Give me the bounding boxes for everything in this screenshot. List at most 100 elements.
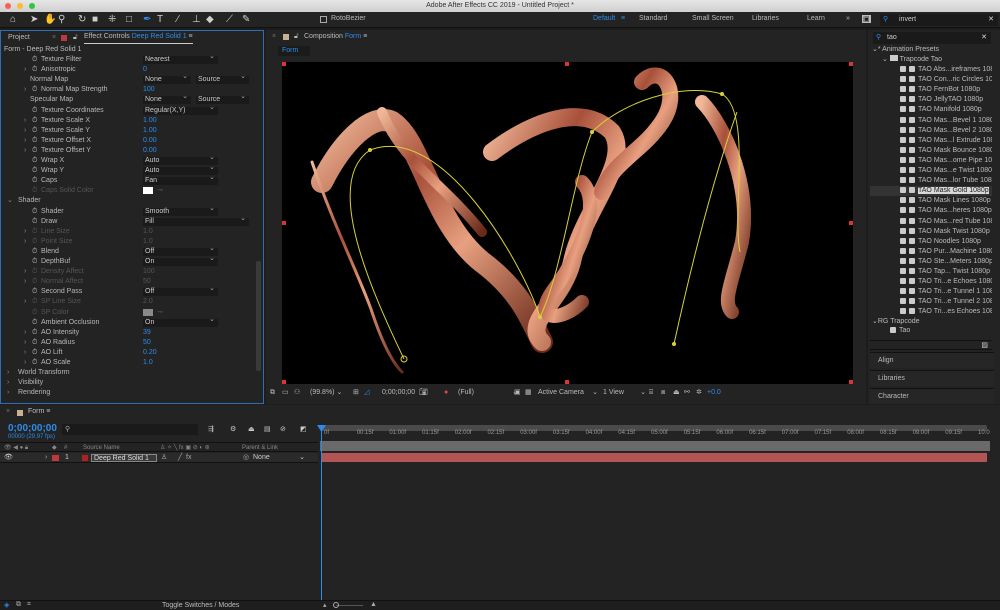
chevron-right-icon[interactable]: › [24, 146, 26, 156]
workspace-default[interactable]: Default [593, 15, 615, 22]
preset-item[interactable]: TAO Mas...Bevel 1 1080p [870, 116, 992, 126]
views-dropdown[interactable]: 1 View ⌄ [603, 386, 646, 400]
effect-property-row[interactable]: ⏱︎ Shader Smooth [0, 205, 262, 217]
property-dropdown[interactable]: Off [143, 285, 218, 297]
stopwatch-icon[interactable]: ⏱︎ [32, 176, 37, 186]
chevron-right-icon[interactable]: › [24, 338, 26, 348]
eyedropper-icon[interactable]: ⊸ [157, 308, 163, 318]
effect-property-row[interactable]: ⏱︎ Draw Fill [0, 215, 262, 227]
chevron-right-icon[interactable]: › [7, 368, 9, 378]
timeline-current-time[interactable]: 0;00;00;00 [8, 423, 57, 434]
camera-dropdown[interactable]: Active Camera ⌄ [538, 386, 598, 400]
zoom-window-button[interactable] [29, 3, 35, 9]
grid-icon[interactable]: ⊞ [353, 386, 359, 400]
workspace-libraries[interactable]: Libraries [752, 15, 779, 22]
stopwatch-icon[interactable]: ⏱︎ [32, 85, 37, 95]
chevron-right-icon[interactable]: › [7, 378, 9, 388]
preset-item[interactable]: TAO Tri...es Echoes 1080p [870, 307, 992, 317]
chevron-right-icon[interactable]: › [24, 267, 26, 277]
effect-property-row[interactable]: › ⏱︎ AO Lift 0.20 [0, 348, 262, 358]
property-value[interactable]: 1.00 [143, 116, 157, 126]
effect-switch-icon[interactable]: fx [186, 453, 191, 463]
draft-3d-icon[interactable]: ⚙ [230, 425, 236, 433]
effect-property-row[interactable]: ⌄ Shader [0, 196, 262, 206]
effect-property-row[interactable]: › ⏱︎ Anisotropic 0 [0, 65, 262, 75]
preset-item[interactable]: TAO Ste...Meters 1080p [870, 257, 992, 267]
preset-item[interactable]: TAO Tri...e Tunnel 1 1080p [870, 287, 992, 297]
pan-behind-icon[interactable]: ⁜ [108, 14, 116, 26]
effect-property-row[interactable]: › ⏱︎ AO Radius 50 [0, 338, 262, 348]
rectangle-icon[interactable]: □ [126, 14, 132, 26]
property-dropdown[interactable]: Off [143, 245, 218, 256]
chevron-right-icon[interactable]: › [24, 65, 26, 75]
magnification-dropdown[interactable]: (99.8%) ⌄ [310, 386, 342, 400]
stopwatch-icon[interactable]: ⏱︎ [32, 217, 37, 227]
zoom-slider-handle[interactable] [333, 602, 339, 608]
effect-property-row[interactable]: ⏱︎ DepthBuf On [0, 255, 262, 267]
property-dropdown[interactable]: On [143, 316, 218, 327]
tree-animation-presets[interactable]: ⌄* Animation Presets [872, 45, 939, 53]
preset-item[interactable]: TAO Mask Bounce 1080p [870, 146, 992, 156]
stopwatch-icon[interactable]: ⏱︎ [32, 267, 37, 277]
clone-stamp-icon[interactable]: ⊥ [192, 14, 201, 26]
new-preset-icon[interactable]: ▨ [981, 341, 988, 349]
layer-duration-bar[interactable] [322, 453, 987, 462]
effect-property-row[interactable]: Normal Map None Source [0, 73, 262, 85]
chevron-right-icon[interactable]: › [24, 116, 26, 126]
workspace-learn[interactable]: Learn [807, 15, 825, 22]
always-preview-icon[interactable]: ⧉ [270, 386, 275, 400]
property-dropdown[interactable]: Fan [143, 174, 218, 186]
property-value[interactable]: 0.00 [143, 136, 157, 146]
transfer-controls-icon[interactable]: ⧉ [16, 601, 21, 609]
camera-icon[interactable]: ■ [92, 14, 98, 26]
timeline-icon[interactable]: ⏏ [673, 386, 680, 400]
frame-blending-icon[interactable]: ▤ [264, 425, 271, 433]
preset-item[interactable]: TAO Mas...lor Tube 1080p [870, 176, 992, 186]
motion-blur-icon[interactable]: ⊘ [280, 425, 286, 433]
transparency-grid-icon[interactable]: ▦ [525, 386, 532, 400]
hand-icon[interactable]: ✋ [44, 14, 56, 26]
effect-property-row[interactable]: › Visibility [0, 378, 262, 388]
preset-item[interactable]: TAO Mask Twist 1080p [870, 227, 992, 237]
pen-icon[interactable]: ✒ [143, 14, 151, 26]
close-tab-icon[interactable]: × [52, 31, 56, 45]
exposure-icon[interactable]: ✲ [696, 386, 702, 400]
preset-item[interactable]: TAO Con...ric Circles 1080p [870, 75, 992, 85]
clear-search-icon[interactable]: ✕ [988, 15, 994, 23]
stopwatch-icon[interactable]: ⏱︎ [32, 237, 37, 247]
chevron-right-icon[interactable]: › [24, 297, 26, 307]
search-help-icon[interactable]: ▣ [862, 15, 871, 23]
lock-icon[interactable]: 🔓︎ [73, 31, 78, 45]
chevron-right-icon[interactable]: › [24, 358, 26, 368]
chevron-right-icon[interactable]: › [24, 348, 26, 358]
preset-item[interactable]: TAO Manifold 1080p [870, 105, 992, 115]
property-value[interactable]: 100 [143, 85, 155, 95]
preset-item[interactable]: TAO Mas...red Tube 1080p [870, 217, 992, 227]
monitor-icon[interactable]: ▭ [282, 386, 289, 400]
mask-visibility-icon[interactable]: ◿ [364, 386, 369, 400]
panel-character[interactable]: Character [870, 388, 994, 404]
tab-project[interactable]: Project [8, 31, 30, 45]
clear-search-icon[interactable]: ✕ [981, 33, 987, 41]
resolution-dropdown[interactable]: (Full) ⌄ [458, 386, 518, 400]
preset-item[interactable]: TAO Mas...e Twist 1080p [870, 166, 992, 176]
chevron-down-icon[interactable]: ⌄ [7, 196, 13, 206]
stopwatch-icon[interactable]: ⏱︎ [32, 106, 37, 116]
effect-property-row[interactable]: ⏱︎ SP Color ⊸ [0, 308, 262, 318]
close-tab-icon[interactable]: × [272, 30, 276, 44]
property-value[interactable]: 50 [143, 277, 151, 287]
brush-icon[interactable]: ∕ [177, 14, 179, 26]
stopwatch-icon[interactable]: ⏱︎ [32, 65, 37, 75]
stopwatch-icon[interactable]: ⏱︎ [32, 358, 37, 368]
effect-property-row[interactable]: ⏱︎ Ambient Occlusion On [0, 316, 262, 328]
flowchart-icon[interactable]: ⚯ [684, 386, 690, 400]
chevron-right-icon[interactable]: › [24, 237, 26, 247]
shy-switch-icon[interactable]: ♙ [161, 453, 167, 463]
effect-property-row[interactable]: ⏱︎ Texture Coordinates Regular(X,Y) [0, 104, 262, 116]
tree-folder-trapcode-tao[interactable]: ⌄ Trapcode Tao [882, 55, 942, 63]
property-dropdown[interactable]: None [143, 93, 191, 105]
effect-property-row[interactable]: › ⏱︎ Density Affect 100 [0, 267, 262, 277]
timeline-search-input[interactable]: ⚲ [62, 424, 198, 435]
effect-property-row[interactable]: › ⏱︎ Line Size 1.0 [0, 227, 262, 237]
property-value[interactable]: 1.0 [143, 358, 153, 368]
